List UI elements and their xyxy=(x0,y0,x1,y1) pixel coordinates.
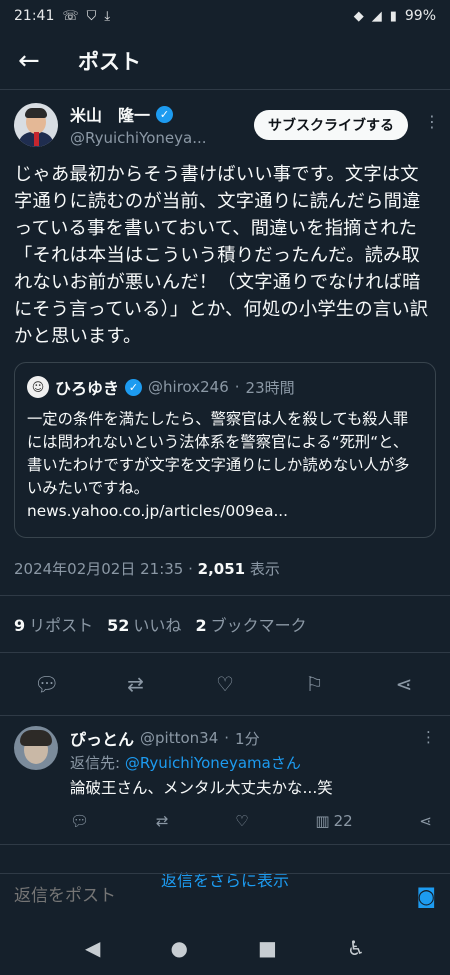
wifi-call-icon: ☏ xyxy=(62,8,79,24)
app-bar: ← ポスト xyxy=(0,32,450,90)
reply-to: 返信先: @RyuichiYoneyamaさん xyxy=(70,754,301,772)
post-timestamp: 2024年02月02日 21:35 · 2,051 表示 xyxy=(14,558,436,579)
main-post: 米山 隆一 ✓ @RyuichiYoneya... サブスクライブする ⋮ じゃ… xyxy=(0,90,450,595)
chart-icon: ▥ xyxy=(315,812,330,830)
engagement-stats: 9 リポスト 52 いいね 2 ブックマーク xyxy=(0,596,450,652)
author-handle[interactable]: @RyuichiYoneya... xyxy=(70,129,207,147)
verified-badge-icon: ✓ xyxy=(125,378,143,396)
avatar[interactable] xyxy=(14,102,58,147)
verified-badge-icon: ✓ xyxy=(156,105,174,123)
accessibility-icon[interactable]: ♿︎ xyxy=(347,936,365,960)
author-name[interactable]: 米山 隆一 xyxy=(70,102,150,126)
timestamp-text: 2024年02月02日 21:35 · xyxy=(14,560,198,578)
system-nav-bar: ◀ ● ■ ♿︎ xyxy=(0,920,450,975)
comment-icon[interactable]: 💬︎ xyxy=(34,672,59,696)
quote-time: 23時間 xyxy=(245,378,295,397)
share-icon[interactable]: ⋖ xyxy=(392,672,416,696)
quote-author-handle: @hirox246 xyxy=(148,378,229,396)
subscribe-button[interactable]: サブスクライブする xyxy=(254,110,408,140)
nav-back-icon[interactable]: ◀ xyxy=(85,936,100,960)
quoted-post[interactable]: ☺ ひろゆき ✓ @hirox246 · 23時間 一定の条件を満たしたら、警察… xyxy=(14,362,436,538)
reposts-stat[interactable]: 9 リポスト xyxy=(14,612,93,636)
reply-author-name[interactable]: ぴっとん xyxy=(70,726,134,750)
quote-text: 一定の条件を満たしたら、警察官は人を殺しても殺人罪には問われないという法体系を警… xyxy=(27,410,410,497)
reply-time: 1分 xyxy=(235,729,260,748)
views-button[interactable]: ▥ 22 xyxy=(315,812,352,830)
share-icon[interactable]: ⋖ xyxy=(419,812,432,830)
divider xyxy=(0,844,450,845)
battery-icon: ▮ xyxy=(389,8,397,24)
author-row: 米山 隆一 ✓ @RyuichiYoneya... サブスクライブする ⋮ xyxy=(14,102,440,147)
reply-input[interactable] xyxy=(14,885,314,906)
quote-avatar: ☺ xyxy=(27,376,49,398)
post-text: じゃあ最初からそう書けばいい事です。文字は文字通りに読むのが当前、文字通りに読ん… xyxy=(14,164,429,347)
reply-actions: 💬︎ ⇄ ♡ ▥ 22 ⋖ xyxy=(70,812,436,830)
nav-recents-icon[interactable]: ■ xyxy=(258,936,277,960)
author-names: 米山 隆一 ✓ @RyuichiYoneya... xyxy=(70,102,207,147)
page-title: ポスト xyxy=(78,49,141,74)
reply-views: 22 xyxy=(333,812,353,830)
reply-to-mention[interactable]: @RyuichiYoneyamaさん xyxy=(125,754,301,772)
reply-post[interactable]: ぴっとん @pitton34 · 1分 返信先: @RyuichiYoneyam… xyxy=(0,716,450,844)
repost-icon[interactable]: ⇄ xyxy=(124,672,148,696)
clock: 21:41 xyxy=(14,8,55,24)
arrow-left-icon[interactable]: ← xyxy=(18,46,62,76)
repost-icon[interactable]: ⇄ xyxy=(156,812,169,830)
reply-author-handle[interactable]: @pitton34 xyxy=(140,729,218,747)
reply-composer: ◙ xyxy=(0,873,450,917)
wifi-icon: ◆ xyxy=(353,8,364,24)
quote-author-name: ひろゆき xyxy=(55,379,120,398)
bookmark-icon[interactable]: ⚐ xyxy=(303,672,327,696)
shield-icon: ⛉ xyxy=(86,8,97,24)
views-count: 2,051 xyxy=(197,560,246,578)
quote-link[interactable]: news.yahoo.co.jp/articles/009ea... xyxy=(27,502,288,520)
status-bar: 21:41 ☏ ⛉ ⤓ ◆ ◢ ▮ 99% xyxy=(0,0,450,32)
comment-icon[interactable]: 💬︎ xyxy=(70,812,89,830)
more-options-icon[interactable]: ⋮ xyxy=(424,112,440,131)
download-icon: ⤓ xyxy=(104,8,111,24)
nav-home-icon[interactable]: ● xyxy=(171,936,188,960)
views-label: 表示 xyxy=(245,560,280,578)
reply-text: 論破王さん、メンタル大丈夫かな...笑 xyxy=(70,779,333,797)
battery-level: 99% xyxy=(404,8,436,24)
post-actions: 💬︎ ⇄ ♡ ⚐ ⋖ xyxy=(0,653,450,715)
bookmarks-stat[interactable]: 2 ブックマーク xyxy=(195,612,306,636)
camera-icon[interactable]: ◙ xyxy=(417,884,436,908)
more-options-icon[interactable]: ⋮ xyxy=(421,728,436,746)
heart-icon[interactable]: ♡ xyxy=(235,812,248,830)
heart-icon[interactable]: ♡ xyxy=(213,672,237,696)
signal-icon: ◢ xyxy=(371,8,382,24)
likes-stat[interactable]: 52 いいね xyxy=(107,612,181,636)
avatar[interactable] xyxy=(14,726,58,770)
